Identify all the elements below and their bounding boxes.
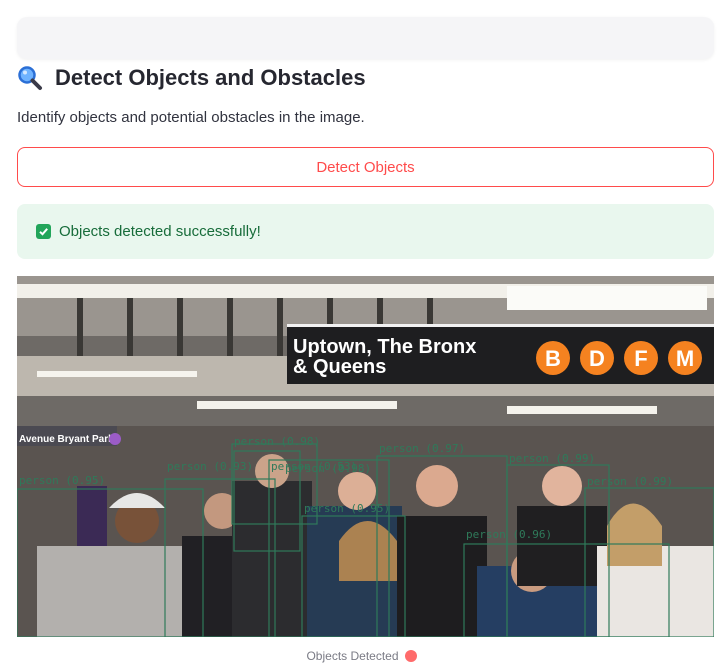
route-bullet-f: F	[624, 341, 658, 375]
detection-label: person (0.99)	[587, 475, 673, 488]
detection-result-image: Avenue Bryant Park Uptown, The Bronx & Q…	[17, 276, 714, 637]
success-alert: Objects detected successfully!	[17, 204, 714, 259]
uptown-sign-line2: & Queens	[293, 356, 386, 378]
detection-label: person (0.95)	[19, 474, 105, 487]
detection-label: person (0.53)	[271, 460, 357, 473]
detection-label: person (0.98)	[234, 435, 320, 448]
svg-text:M: M	[676, 346, 694, 371]
detection-label: person (0.99)	[509, 452, 595, 465]
route-bullet-m: M	[668, 341, 702, 375]
magnifier-icon	[17, 65, 43, 91]
detect-objects-button[interactable]: Detect Objects	[17, 147, 714, 187]
success-alert-text: Objects detected successfully!	[59, 223, 261, 240]
detection-label: person (0.93)	[167, 460, 253, 473]
svg-text:F: F	[634, 346, 647, 371]
page-subtitle: Identify objects and potential obstacles…	[17, 109, 365, 126]
page-title-row: Detect Objects and Obstacles	[17, 62, 714, 94]
status-dot-icon	[404, 650, 417, 662]
image-caption: Objects Detected	[0, 649, 723, 663]
detection-label: person (0.96)	[466, 528, 552, 541]
caption-text: Objects Detected	[306, 649, 399, 663]
station-sign-text: Avenue Bryant Park	[19, 434, 114, 445]
svg-text:D: D	[589, 346, 605, 371]
uptown-sign: Uptown, The Bronx & Queens B D F M	[287, 324, 714, 384]
station-sign: Avenue Bryant Park	[19, 433, 121, 445]
checkmark-icon	[36, 224, 51, 239]
route-bullet-d: D	[580, 341, 614, 375]
detection-label: person (0.97)	[379, 442, 465, 455]
top-header-bar	[17, 17, 714, 59]
page-title: Detect Objects and Obstacles	[55, 65, 366, 90]
uptown-sign-line1: Uptown, The Bronx	[293, 336, 476, 358]
svg-text:B: B	[545, 346, 561, 371]
route-bullet-b: B	[536, 341, 570, 375]
